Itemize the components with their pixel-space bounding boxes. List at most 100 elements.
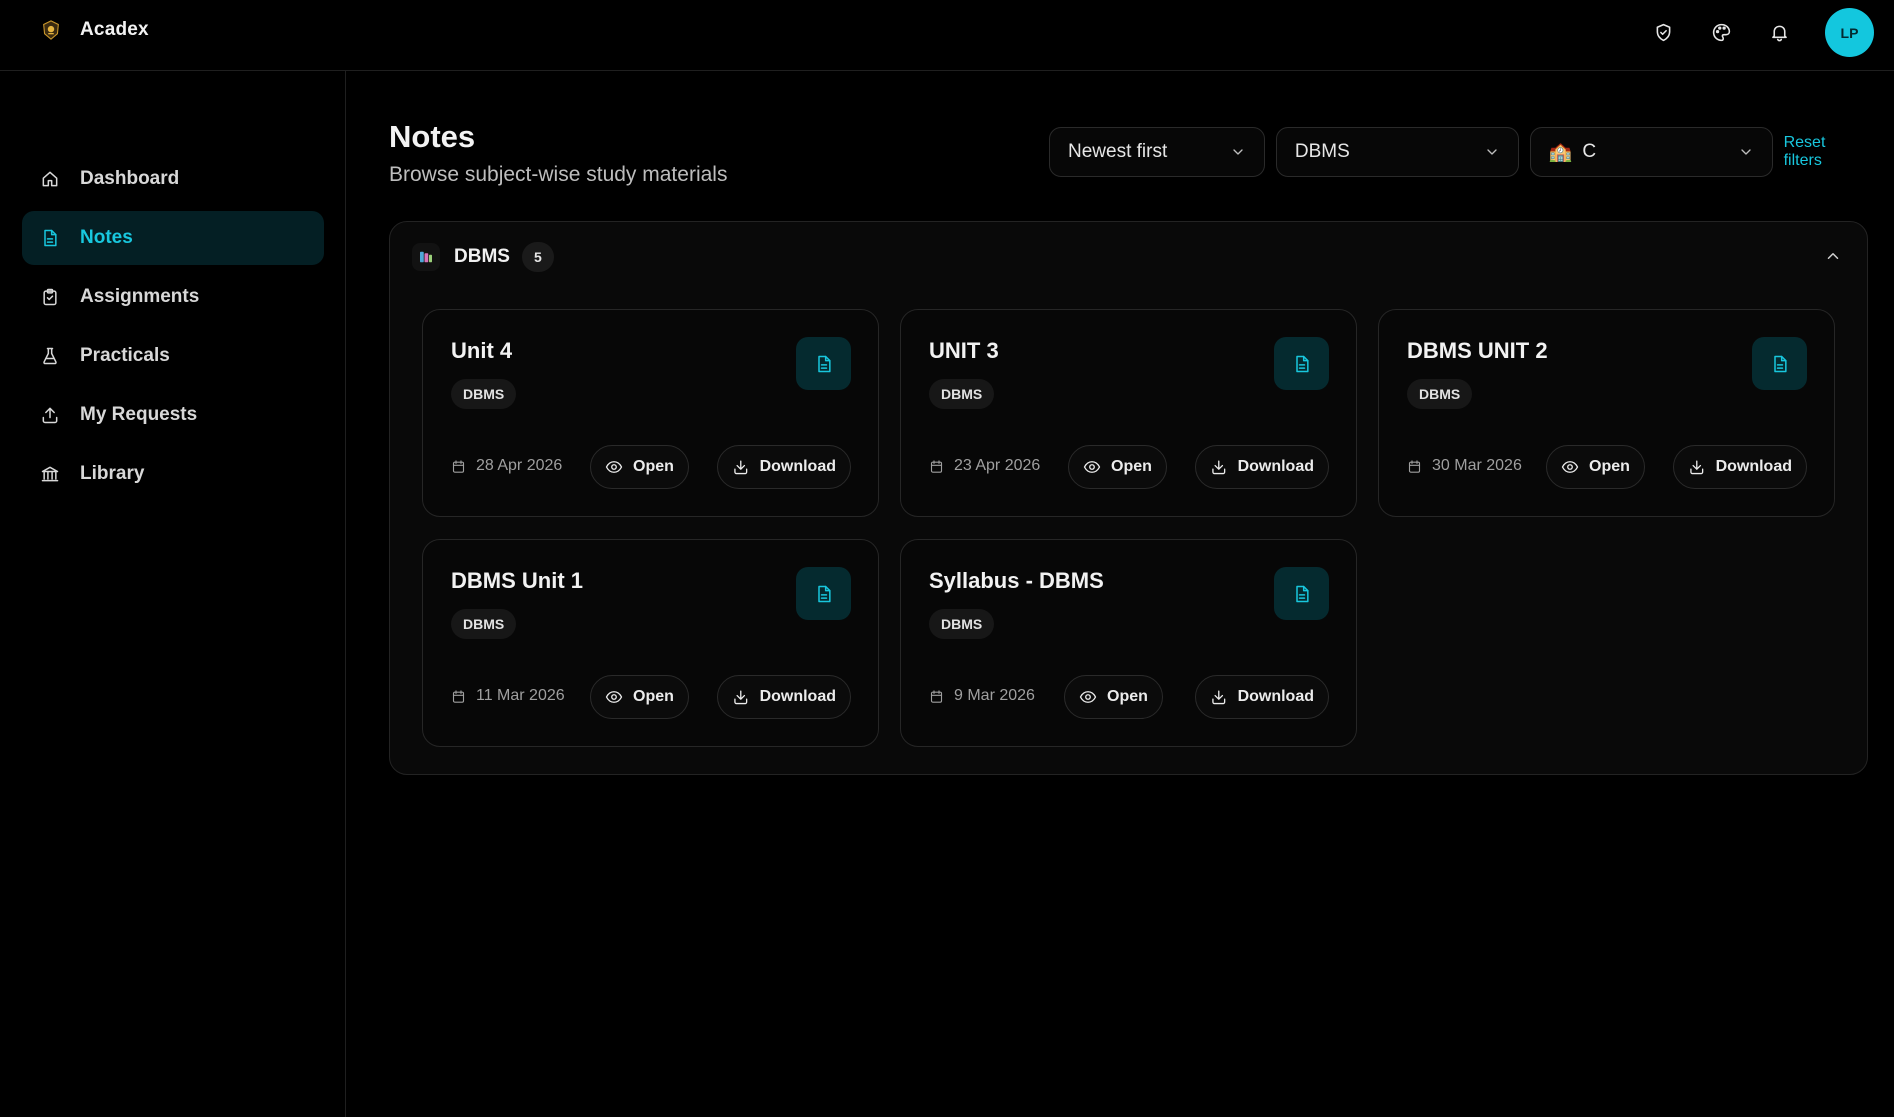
document-icon-button[interactable] [1274,337,1329,390]
subject-group: DBMS 5 Unit 4 DBMS 28 Apr 2026 Open Down [389,221,1868,775]
note-card: Unit 4 DBMS 28 Apr 2026 Open Download [422,309,879,517]
note-title: Unit 4 [451,338,513,363]
filter-bar: Newest first DBMS 🏫 C Reset filters [1049,127,1868,177]
sidebar: Dashboard Notes Assignments Practicals M… [0,71,346,1117]
open-button[interactable]: Open [1064,675,1163,719]
sidebar-item-label: My Requests [80,404,198,425]
note-date-text: 30 Mar 2026 [1432,457,1522,474]
open-button[interactable]: Open [1068,445,1167,489]
sidebar-item-library[interactable]: Library [22,447,324,501]
open-button-label: Open [1111,458,1152,475]
sidebar-item-dashboard[interactable]: Dashboard [22,152,324,206]
document-icon-button[interactable] [1752,337,1807,390]
top-bar: Acadex LP [0,0,1894,71]
note-date-text: 11 Mar 2026 [476,687,565,704]
file-text-icon [817,585,831,602]
document-icon-button[interactable] [796,337,851,390]
note-subject-tag: DBMS [1407,379,1473,409]
eye-icon [605,461,623,473]
calendar-icon [452,689,465,703]
sidebar-nav: Dashboard Notes Assignments Practicals M… [22,152,324,506]
note-subject-tag: DBMS [451,379,517,409]
app-logo-icon [43,20,59,40]
note-subject-tag: DBMS [929,379,995,409]
subject-select[interactable]: DBMS [1275,127,1519,177]
download-button-label: Download [1715,458,1792,475]
note-card: Syllabus - DBMS DBMS 9 Mar 2026 Open Dow… [900,539,1357,747]
eye-icon [1079,691,1097,703]
subject-group-header[interactable]: DBMS 5 [412,242,554,272]
note-date-text: 28 Apr 2026 [476,457,563,474]
document-icon-button[interactable] [796,567,851,620]
note-date: 28 Apr 2026 [451,457,562,475]
sidebar-item-practicals[interactable]: Practicals [22,329,324,383]
class-select-value: C [1582,141,1597,162]
school-emoji-icon: 🏫 [1548,142,1573,163]
note-subject-tag: DBMS [451,609,517,639]
calendar-icon [930,689,943,703]
download-button[interactable]: Download [1195,675,1329,719]
sidebar-item-label: Library [80,463,145,484]
file-text-icon [1295,585,1309,602]
note-card: DBMS UNIT 2 DBMS 30 Mar 2026 Open Downlo… [1378,309,1835,517]
collapse-button[interactable] [1819,242,1847,270]
note-date: 30 Mar 2026 [1407,457,1522,475]
bell-icon[interactable] [1763,17,1795,49]
download-button[interactable]: Download [717,675,851,719]
chevron-down-icon [1233,149,1243,155]
sidebar-item-notes[interactable]: Notes [22,211,324,265]
app-name: Acadex [80,19,149,40]
sidebar-item-label: Assignments [80,286,200,307]
sidebar-item-assignments[interactable]: Assignments [22,270,324,324]
open-button[interactable]: Open [1546,445,1645,489]
user-avatar[interactable]: LP [1825,8,1874,57]
eye-icon [1083,461,1101,473]
sort-select[interactable]: Newest first [1049,127,1265,177]
note-subject-tag: DBMS [929,609,995,639]
download-icon [734,460,748,475]
note-card: DBMS Unit 1 DBMS 11 Mar 2026 Open Downlo… [422,539,879,747]
file-text-icon [817,355,831,372]
eye-icon [1561,461,1579,473]
palette-icon[interactable] [1705,17,1737,49]
subject-select-value: DBMS [1294,141,1350,162]
open-button[interactable]: Open [590,675,689,719]
open-button-label: Open [633,688,674,705]
file-text-icon [44,229,57,247]
calendar-icon [1408,459,1421,473]
open-button-label: Open [1107,688,1148,705]
open-button[interactable]: Open [590,445,689,489]
download-icon [1212,690,1226,705]
calendar-icon [930,459,943,473]
note-date: 9 Mar 2026 [929,687,1035,705]
upload-icon [42,407,58,424]
note-date-text: 23 Apr 2026 [954,457,1041,474]
download-icon [1690,460,1704,475]
download-button[interactable]: Download [1673,445,1807,489]
note-title: UNIT 3 [929,338,999,363]
download-icon [1212,460,1226,475]
note-title: DBMS Unit 1 [451,568,583,593]
note-date: 23 Apr 2026 [929,457,1040,475]
shield-check-icon[interactable] [1647,17,1679,49]
sidebar-item-label: Notes [80,227,133,248]
subject-group-count-badge: 5 [521,242,554,272]
sort-select-value: Newest first [1068,141,1168,162]
file-text-icon [1295,355,1309,372]
class-select[interactable]: 🏫 C [1529,127,1773,177]
calendar-icon [452,459,465,473]
note-title: DBMS UNIT 2 [1407,338,1548,363]
download-button[interactable]: Download [1195,445,1329,489]
note-title: Syllabus - DBMS [929,568,1104,593]
note-date: 11 Mar 2026 [451,687,565,705]
download-button[interactable]: Download [717,445,851,489]
open-button-label: Open [1589,458,1630,475]
brand[interactable]: Acadex [40,19,149,41]
reset-filters-link[interactable]: Reset filters [1784,134,1868,170]
chevron-down-icon [1487,149,1497,155]
sidebar-item-my-requests[interactable]: My Requests [22,388,324,442]
page-title: Notes [389,119,476,154]
download-icon [734,690,748,705]
download-button-label: Download [1237,458,1314,475]
document-icon-button[interactable] [1274,567,1329,620]
